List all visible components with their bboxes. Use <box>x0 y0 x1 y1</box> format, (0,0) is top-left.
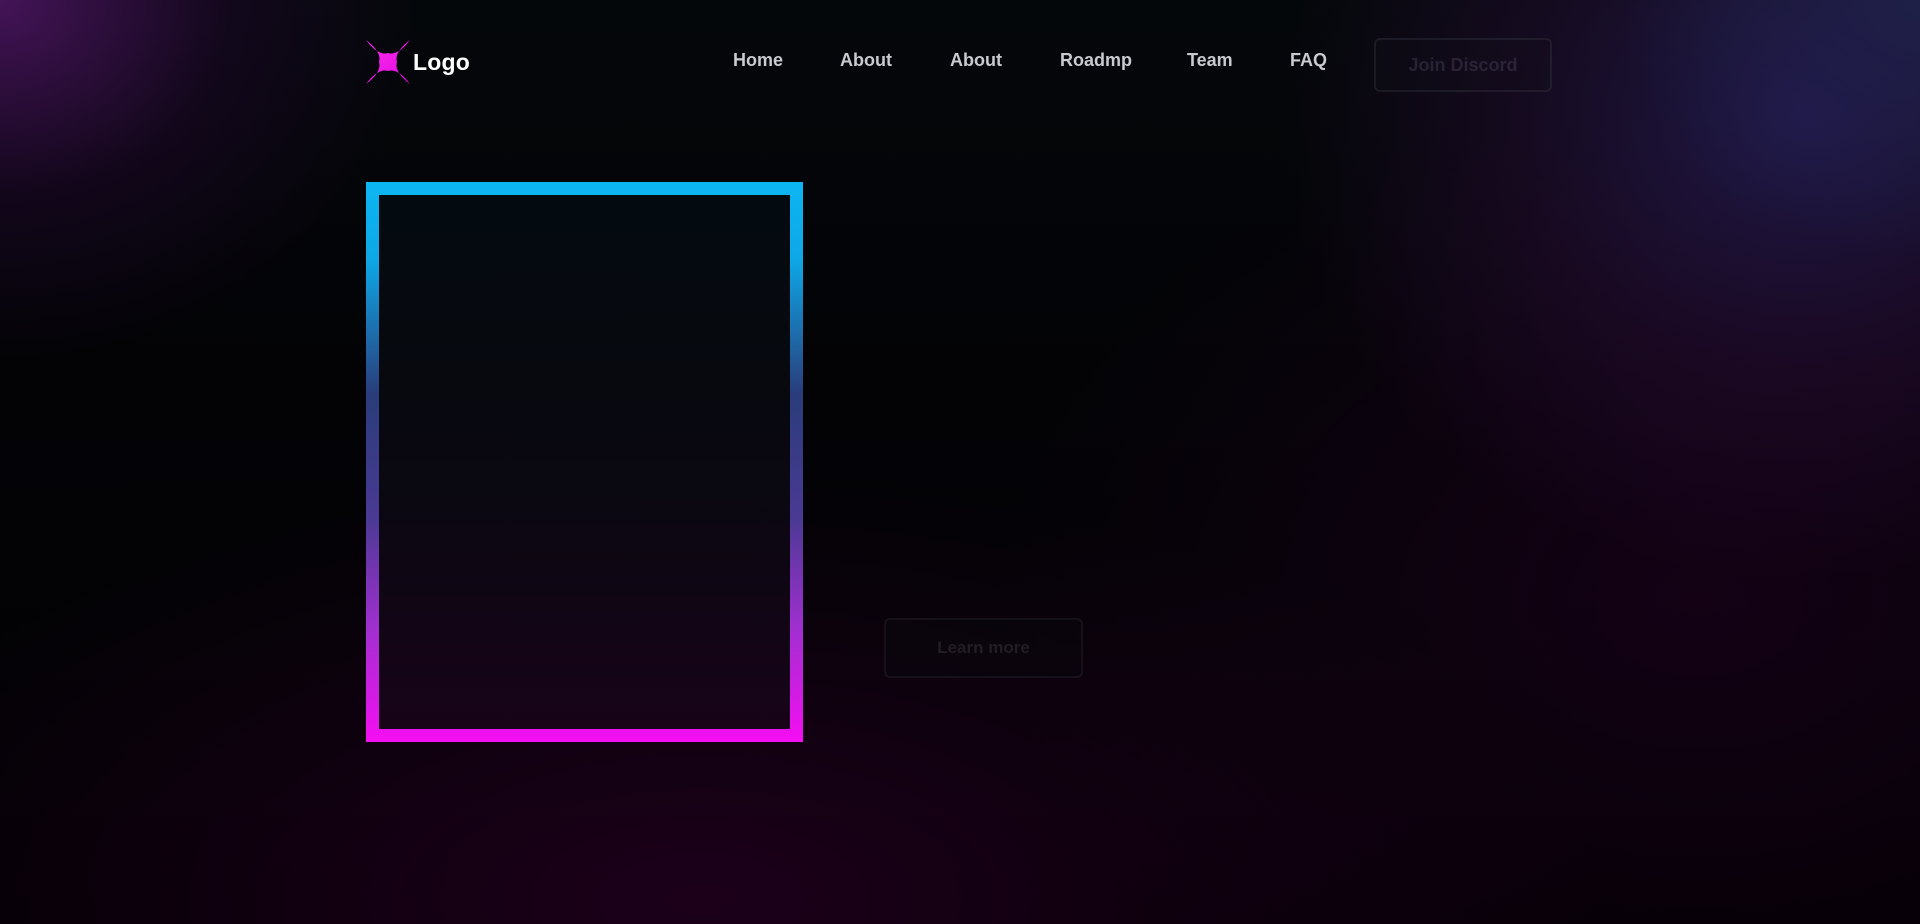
site-header: Logo Home About About Roadmp Team FAQ Jo… <box>0 0 1920 120</box>
nav-item-roadmap[interactable]: Roadmp <box>1060 50 1132 71</box>
main-nav: Home About About Roadmp Team FAQ <box>0 50 1920 74</box>
hero-image-placeholder <box>379 195 790 729</box>
nav-item-home[interactable]: Home <box>733 50 783 71</box>
nav-item-about[interactable]: About <box>840 50 892 71</box>
hero-image-frame <box>366 182 803 742</box>
nav-item-faq[interactable]: FAQ <box>1290 50 1327 71</box>
nav-item-about-2[interactable]: About <box>950 50 1002 71</box>
landing-page: Logo Home About About Roadmp Team FAQ Jo… <box>0 0 1920 924</box>
learn-more-button[interactable]: Learn more <box>884 618 1083 678</box>
nav-item-team[interactable]: Team <box>1187 50 1233 71</box>
join-discord-button[interactable]: Join Discord <box>1374 38 1552 92</box>
